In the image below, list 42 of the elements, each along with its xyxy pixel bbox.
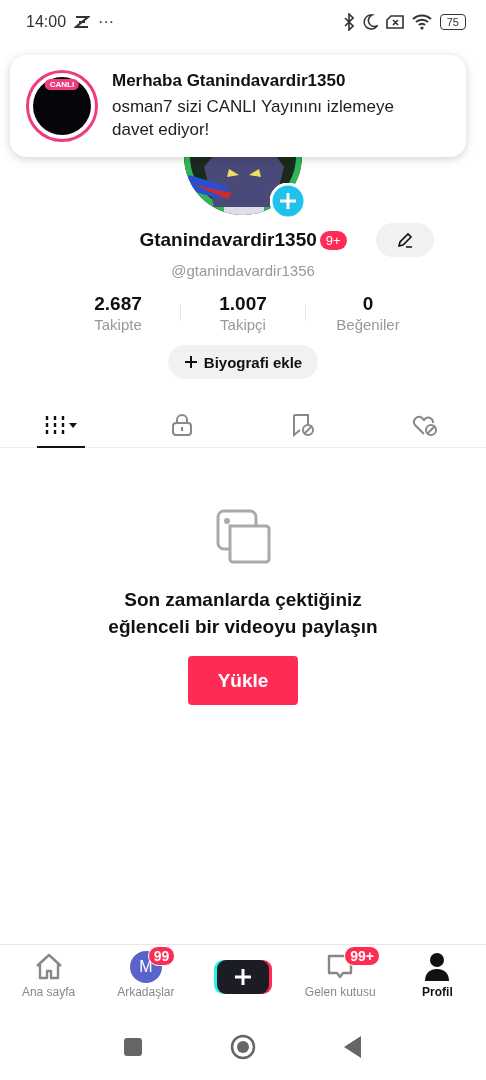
bookmark-icon — [290, 413, 317, 437]
notification-badge: 9+ — [319, 230, 347, 250]
pencil-icon — [396, 231, 414, 249]
edit-profile-button[interactable] — [376, 223, 434, 257]
no-sim-icon — [385, 14, 404, 30]
stat-value: 0 — [362, 293, 374, 315]
home-button-icon[interactable] — [230, 1034, 256, 1060]
notification-title: Merhaba Gtanindavardir1350 — [112, 71, 347, 91]
stat-value: 2.687 — [94, 293, 142, 315]
nav-tab[interactable]: Profil — [388, 945, 486, 999]
create-button[interactable] — [217, 960, 269, 994]
add-bio-button[interactable]: Biyografi ekle — [167, 345, 319, 379]
photos-icon — [215, 508, 271, 564]
app-logo-icon — [74, 15, 91, 29]
profile-name: Gtanindavardir1350 — [139, 229, 317, 251]
notification-message: osman7 sizi CANLI Yayınını izlemeye davet ediyor! — [112, 96, 395, 141]
heart-icon — [411, 413, 440, 437]
plus-icon — [233, 967, 253, 987]
bluetooth-icon — [343, 13, 354, 31]
empty-state-message: Son zamanlarda çektiğiniz eğlenceli bir videoyu paylaşın — [107, 588, 379, 639]
live-notification[interactable]: CANLI Merhaba Gtanindavardir1350 osman7 sizi CANLI Yayınını izlemeye davet ediyor! — [10, 55, 466, 157]
lock-icon — [171, 413, 194, 437]
status-time: 14:00 — [26, 13, 67, 31]
stat-value: 1.007 — [219, 293, 267, 315]
upload-button[interactable]: Yükle — [188, 656, 298, 705]
live-badge: CANLI — [44, 79, 80, 90]
stat-label: Takipçi — [220, 316, 266, 333]
add-photo-icon[interactable] — [270, 183, 306, 219]
stat-label: Takipte — [94, 316, 142, 333]
person-icon — [424, 952, 451, 982]
battery-indicator: 75 — [439, 14, 466, 30]
back-icon[interactable] — [344, 1036, 362, 1058]
nav-tab[interactable]: 99+ Gelen kutusu — [291, 945, 389, 999]
count-badge: 99+ — [344, 946, 380, 966]
nav-tab[interactable]: Ana sayfa — [0, 945, 98, 999]
plus-icon — [183, 355, 198, 369]
more-notifications: ··· — [98, 13, 115, 31]
moon-icon — [361, 14, 378, 30]
profile-handle: @gtanindavardir1356 — [170, 262, 316, 279]
wifi-icon — [411, 14, 432, 30]
grid-icon — [43, 414, 78, 436]
stat-label: Beğeniler — [336, 316, 400, 333]
